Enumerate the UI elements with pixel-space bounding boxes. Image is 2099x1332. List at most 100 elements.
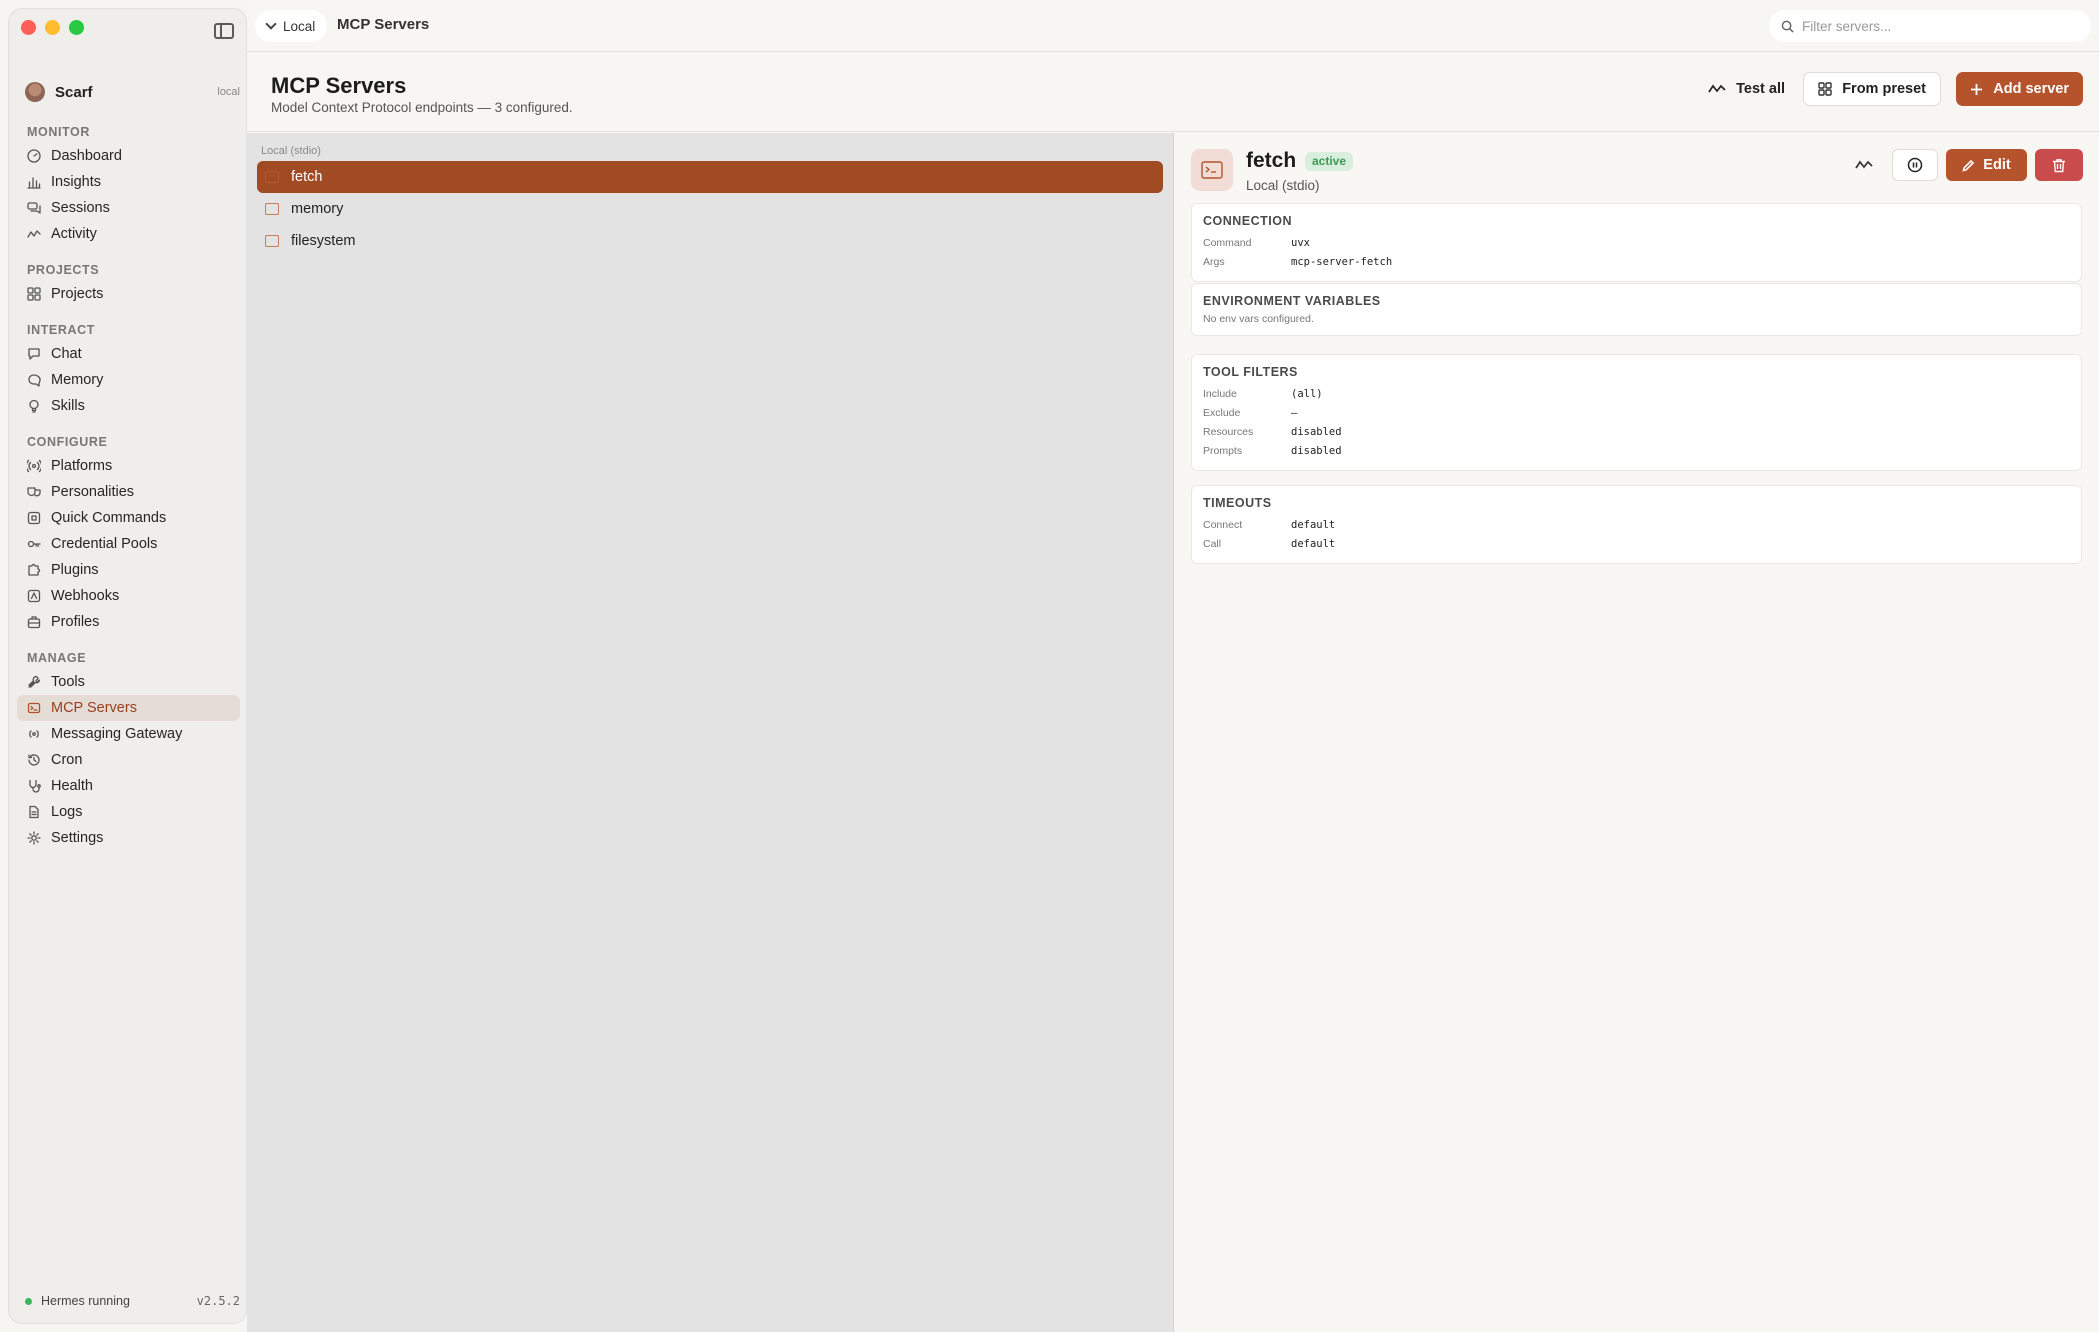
tool-filters-card: TOOL FILTERS Include (all) Exclude — Resourc… bbox=[1191, 354, 2082, 471]
avatar bbox=[25, 82, 45, 102]
sidebar-item-projects[interactable]: Projects bbox=[17, 281, 240, 307]
sidebar-item-label: Skills bbox=[51, 398, 85, 414]
detail-row: Connect default bbox=[1203, 515, 2070, 534]
page-header: MCP Servers Model Context Protocol endpo… bbox=[247, 53, 2099, 132]
sidebar-item-activity[interactable]: Activity bbox=[17, 221, 240, 247]
server-selector[interactable]: Local bbox=[255, 10, 328, 42]
wrench-icon bbox=[27, 675, 41, 689]
detail-row-key: Call bbox=[1203, 537, 1222, 550]
command-icon bbox=[27, 511, 41, 525]
sidebar-item-label: Credential Pools bbox=[51, 536, 158, 552]
server-list-item[interactable]: memory bbox=[257, 193, 1163, 225]
pencil-icon bbox=[1962, 159, 1975, 172]
search-input[interactable] bbox=[1802, 18, 2072, 34]
chat-bubble-icon bbox=[27, 347, 41, 361]
sidebar-item-mcp-servers[interactable]: MCP Servers bbox=[17, 695, 240, 721]
sidebar-item-credential-pools[interactable]: Credential Pools bbox=[17, 531, 240, 557]
sidebar-section-title: INTERACT bbox=[27, 323, 95, 337]
close-window-button[interactable] bbox=[21, 20, 36, 35]
connection-rows: Command uvx Args mcp-server-fetch bbox=[1203, 233, 2070, 271]
add-server-label: Add server bbox=[1993, 81, 2069, 97]
sidebar-item-sessions[interactable]: Sessions bbox=[17, 195, 240, 221]
sidebar-item-skills[interactable]: Skills bbox=[17, 393, 240, 419]
add-server-button[interactable]: Add server bbox=[1956, 72, 2083, 106]
sidebar-toggle-icon[interactable] bbox=[214, 23, 234, 39]
detail-row-value: uvx bbox=[1291, 236, 1310, 249]
activity-wave-icon bbox=[27, 227, 41, 241]
sidebar-item-personalities[interactable]: Personalities bbox=[17, 479, 240, 505]
terminal-icon bbox=[265, 171, 279, 183]
bar-chart-icon bbox=[27, 175, 41, 189]
delete-server-button[interactable] bbox=[2035, 149, 2083, 181]
timeouts-title: TIMEOUTS bbox=[1203, 496, 1272, 510]
search-icon bbox=[1781, 20, 1794, 33]
test-all-button[interactable]: Test all bbox=[1694, 72, 1799, 106]
sidebar-item-platforms[interactable]: Platforms bbox=[17, 453, 240, 479]
server-list-pane: Local (stdio) fetch memory filesystem bbox=[247, 133, 1174, 1332]
status-badge: active bbox=[1305, 152, 1354, 171]
server-list-item[interactable]: fetch bbox=[257, 161, 1163, 193]
sidebar: Scarf local MONITOR Dashboard Insights Sess… bbox=[8, 8, 247, 1324]
sidebar-item-insights[interactable]: Insights bbox=[17, 169, 240, 195]
sidebar-section-title: MANAGE bbox=[27, 651, 87, 665]
sidebar-item-cron[interactable]: Cron bbox=[17, 747, 240, 773]
tool-filter-rows: Include (all) Exclude — Resources disabled Pro… bbox=[1203, 384, 2070, 460]
plus-icon bbox=[1971, 83, 1983, 95]
sidebar-item-label: Health bbox=[51, 778, 93, 794]
detail-row-key: Command bbox=[1203, 236, 1252, 249]
sidebar-item-quick-commands[interactable]: Quick Commands bbox=[17, 505, 240, 531]
zoom-window-button[interactable] bbox=[69, 20, 84, 35]
server-list: fetch memory filesystem bbox=[257, 161, 1163, 257]
sidebar-item-health[interactable]: Health bbox=[17, 773, 240, 799]
detail-row: Exclude — bbox=[1203, 403, 2070, 422]
chat-bubbles-icon bbox=[27, 201, 41, 215]
detail-row-value: default bbox=[1291, 518, 1336, 531]
sidebar-item-profiles[interactable]: Profiles bbox=[17, 609, 240, 635]
sidebar-item-plugins[interactable]: Plugins bbox=[17, 557, 240, 583]
detail-row: Include (all) bbox=[1203, 384, 2070, 403]
webhook-icon bbox=[27, 589, 41, 603]
sidebar-item-label: Personalities bbox=[51, 484, 135, 500]
detail-row: Prompts disabled bbox=[1203, 441, 2070, 460]
edit-server-button[interactable]: Edit bbox=[1946, 149, 2027, 181]
detail-row: Command uvx bbox=[1203, 233, 2070, 252]
search-box[interactable] bbox=[1769, 10, 2091, 42]
sidebar-item-dashboard[interactable]: Dashboard bbox=[17, 143, 240, 169]
sidebar-item-label: Platforms bbox=[51, 458, 113, 474]
server-list-item[interactable]: filesystem bbox=[257, 225, 1163, 257]
server-name: fetch bbox=[1246, 149, 1297, 172]
minimize-window-button[interactable] bbox=[45, 20, 60, 35]
list-group-label: Local (stdio) bbox=[261, 145, 321, 157]
status-footer: Hermes running v2.5.2 bbox=[25, 1291, 240, 1311]
detail-row-key: Resources bbox=[1203, 425, 1254, 438]
detail-row-value: mcp-server-fetch bbox=[1291, 255, 1393, 268]
sidebar-item-logs[interactable]: Logs bbox=[17, 799, 240, 825]
pause-server-button[interactable] bbox=[1892, 149, 1938, 181]
sidebar-item-chat[interactable]: Chat bbox=[17, 341, 240, 367]
timeouts-card: TIMEOUTS Connect default Call default bbox=[1191, 485, 2082, 564]
chevron-down-icon bbox=[265, 17, 277, 30]
sidebar-item-webhooks[interactable]: Webhooks bbox=[17, 583, 240, 609]
detail-row-key: Exclude bbox=[1203, 406, 1241, 419]
from-preset-button[interactable]: From preset bbox=[1803, 72, 1941, 106]
sidebar-item-label: Plugins bbox=[51, 562, 99, 578]
pause-icon bbox=[1907, 157, 1923, 173]
sidebar-item-label: Cron bbox=[51, 752, 83, 768]
sidebar-item-messaging-gateway[interactable]: Messaging Gateway bbox=[17, 721, 240, 747]
sidebar-item-tools[interactable]: Tools bbox=[17, 669, 240, 695]
sidebar-item-settings[interactable]: Settings bbox=[17, 825, 240, 851]
sidebar-nav: MONITOR Dashboard Insights Sessions Activity… bbox=[17, 119, 240, 851]
detail-row-value: disabled bbox=[1291, 444, 1342, 457]
page-subtitle: Model Context Protocol endpoints — 3 con… bbox=[271, 100, 573, 115]
profile-switcher[interactable]: Scarf local bbox=[25, 79, 240, 105]
server-list-item-label: filesystem bbox=[291, 233, 356, 249]
env-vars-card: ENVIRONMENT VARIABLES No env vars config… bbox=[1191, 283, 2082, 336]
test-server-button[interactable] bbox=[1847, 149, 1881, 181]
terminal-icon bbox=[265, 235, 279, 247]
detail-row-value: — bbox=[1291, 406, 1298, 419]
sidebar-item-label: Projects bbox=[51, 286, 104, 302]
waveform-icon bbox=[1855, 160, 1873, 169]
toolbar: Local MCP Servers bbox=[247, 0, 2099, 52]
sidebar-item-memory[interactable]: Memory bbox=[17, 367, 240, 393]
